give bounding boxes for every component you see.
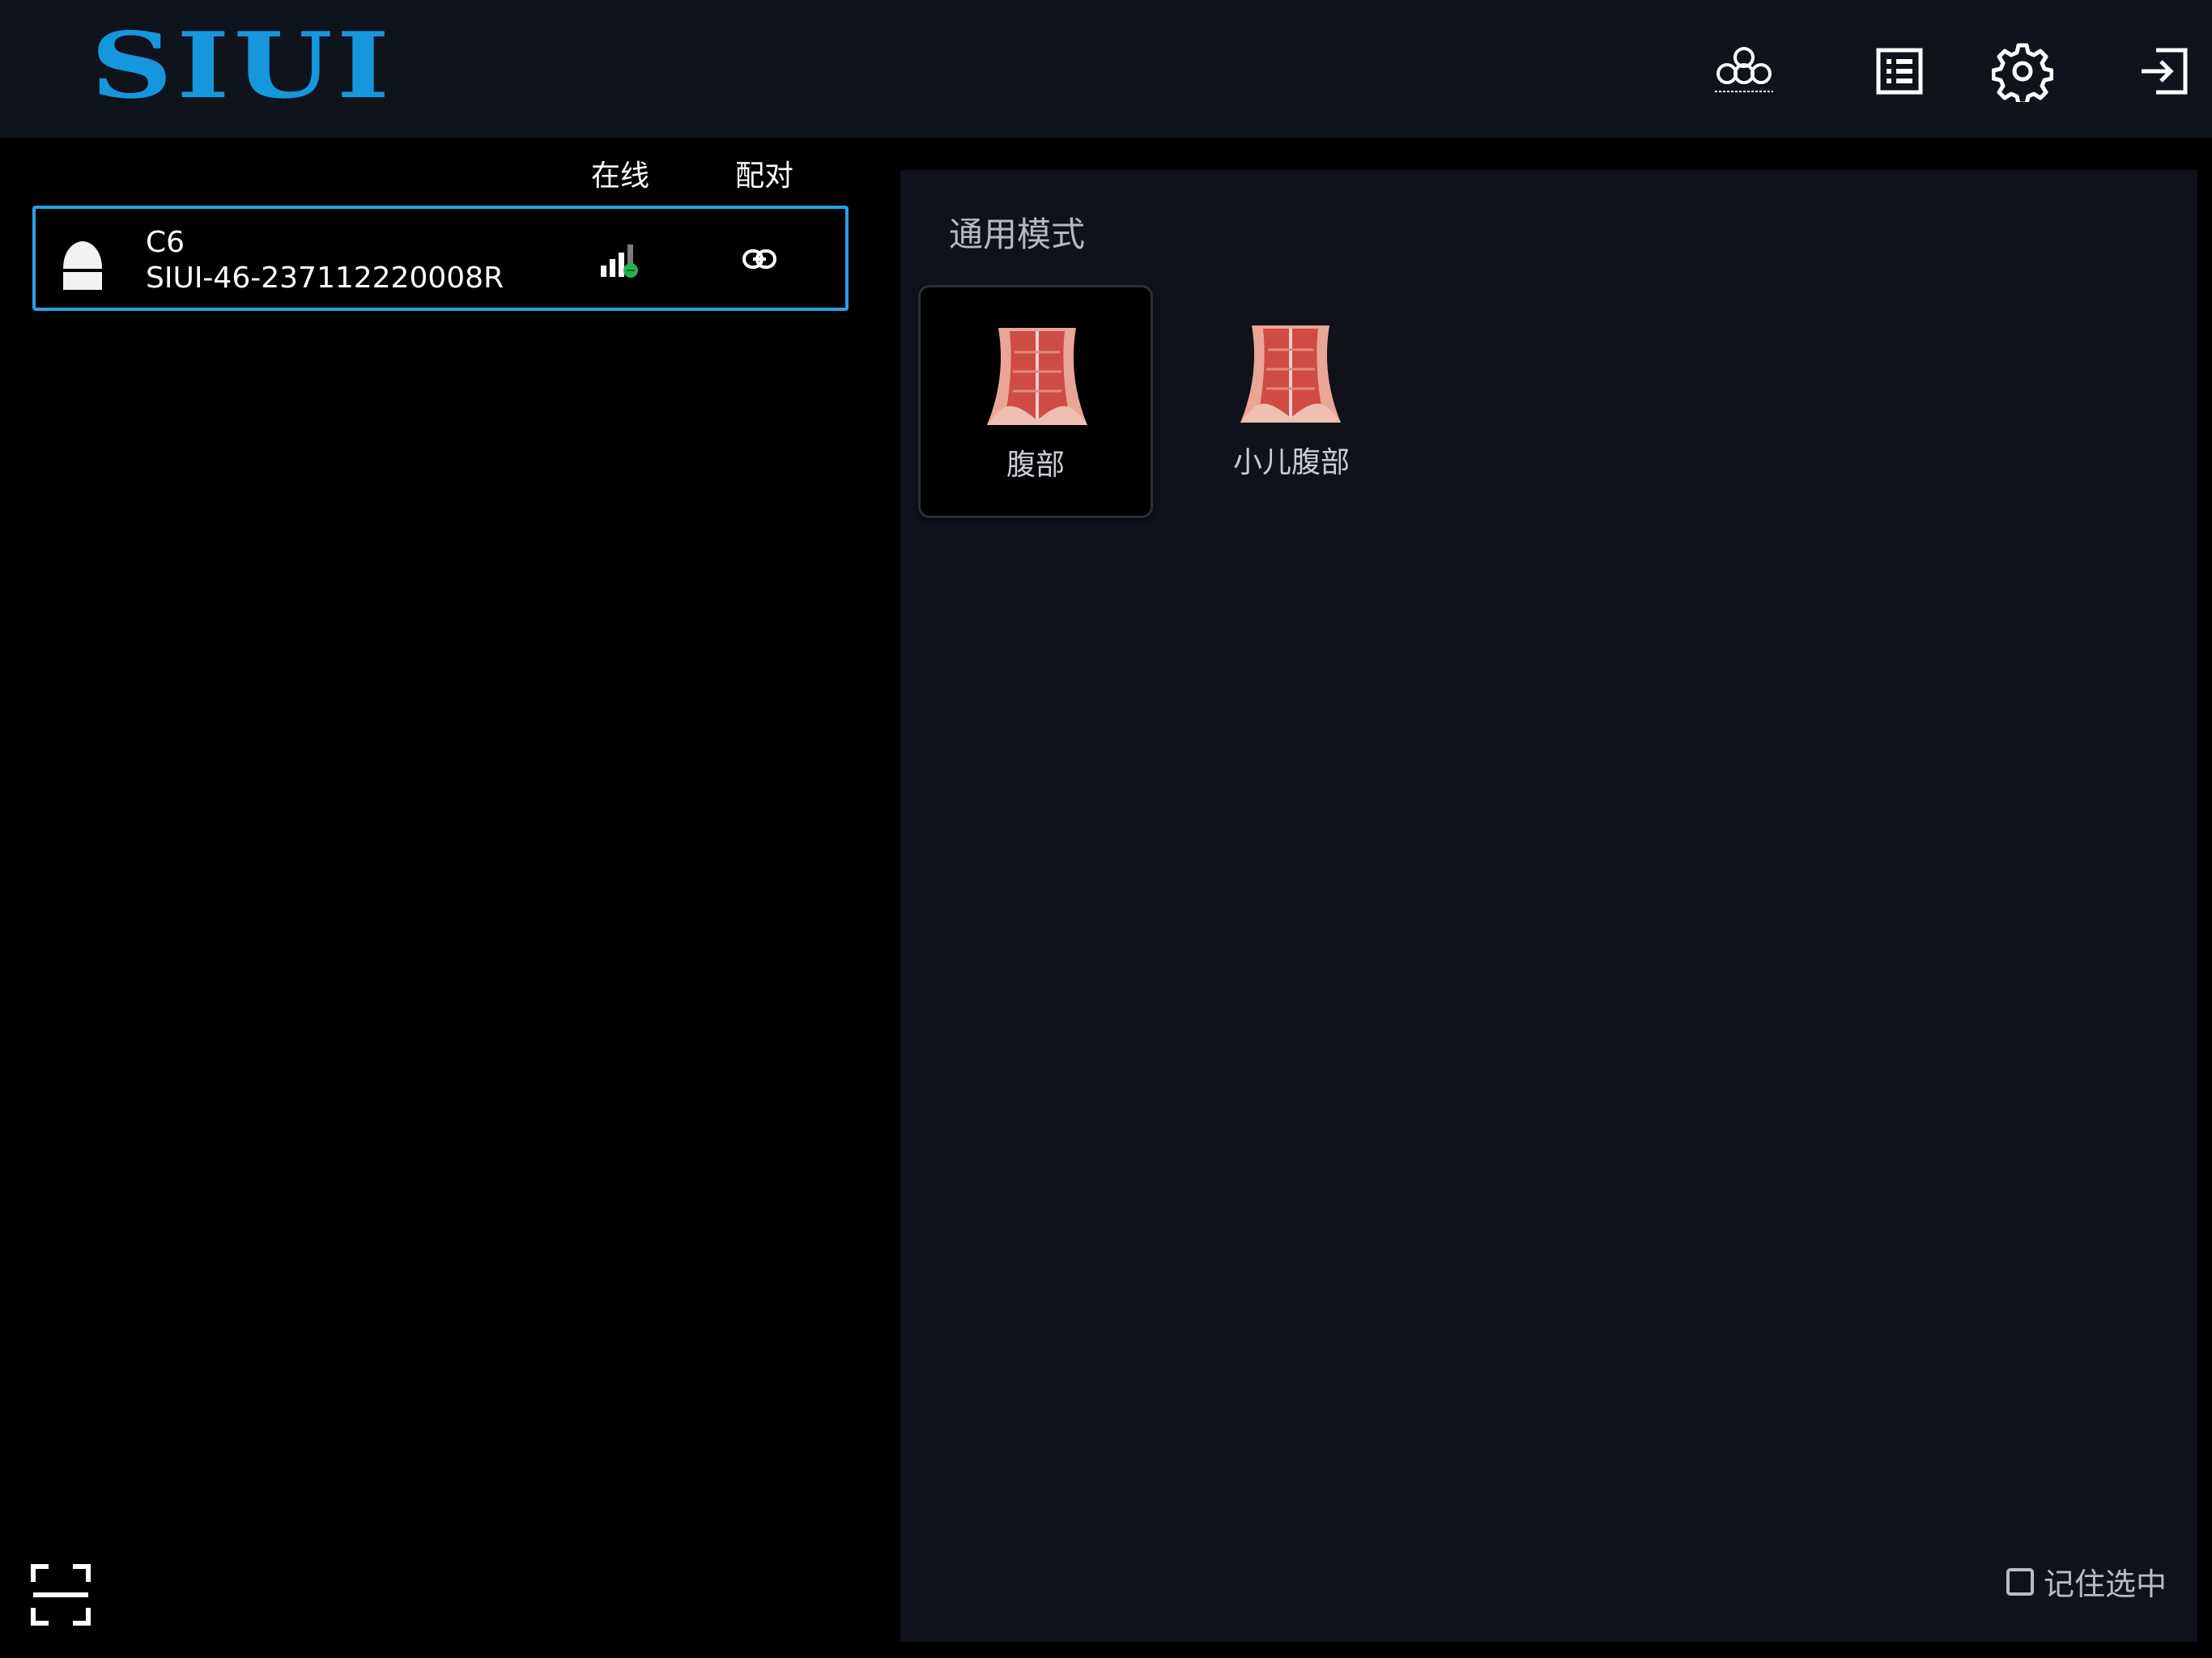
mode-panel: 通用模式 腹部 小儿腹部 记住选中 — [900, 170, 2197, 1642]
section-title: 通用模式 — [949, 215, 1086, 254]
mode-label: 小儿腹部 — [1232, 446, 1350, 479]
probe-icon — [63, 241, 102, 290]
cloud-button[interactable] — [1710, 37, 1778, 105]
list-button[interactable] — [1865, 37, 1933, 105]
signal-icon — [601, 244, 638, 278]
online-column-header: 在线 — [591, 159, 650, 193]
device-serial: SIUI-46-237112220008R — [146, 261, 504, 295]
logout-icon — [2142, 48, 2188, 95]
logout-button[interactable] — [2129, 37, 2197, 105]
mode-label: 腹部 — [1006, 449, 1065, 482]
settings-button[interactable] — [1989, 37, 2057, 105]
pair-column-header: 配对 — [735, 159, 794, 193]
link-icon[interactable] — [742, 248, 777, 270]
remember-checkbox[interactable] — [2006, 1567, 2034, 1596]
scan-icon[interactable] — [31, 1564, 91, 1626]
siui-logo: SIUI — [91, 13, 394, 119]
device-row[interactable]: C6 SIUI-46-237112220008R — [32, 206, 849, 311]
remember-selection[interactable]: 记住选中 — [2006, 1559, 2167, 1604]
top-header: SIUI — [0, 0, 2212, 138]
cloud-icon — [1715, 47, 1773, 92]
pediatric-abdomen-image — [1240, 325, 1341, 423]
abdomen-image — [987, 328, 1087, 425]
list-icon — [1876, 48, 1923, 95]
mode-card-abdomen[interactable]: 腹部 — [918, 285, 1153, 518]
mode-card-pediatric-abdomen[interactable]: 小儿腹部 — [1174, 285, 1409, 518]
remember-label: 记住选中 — [2043, 1567, 2167, 1602]
gear-icon — [1992, 43, 2053, 102]
device-name: C6 — [146, 226, 185, 259]
